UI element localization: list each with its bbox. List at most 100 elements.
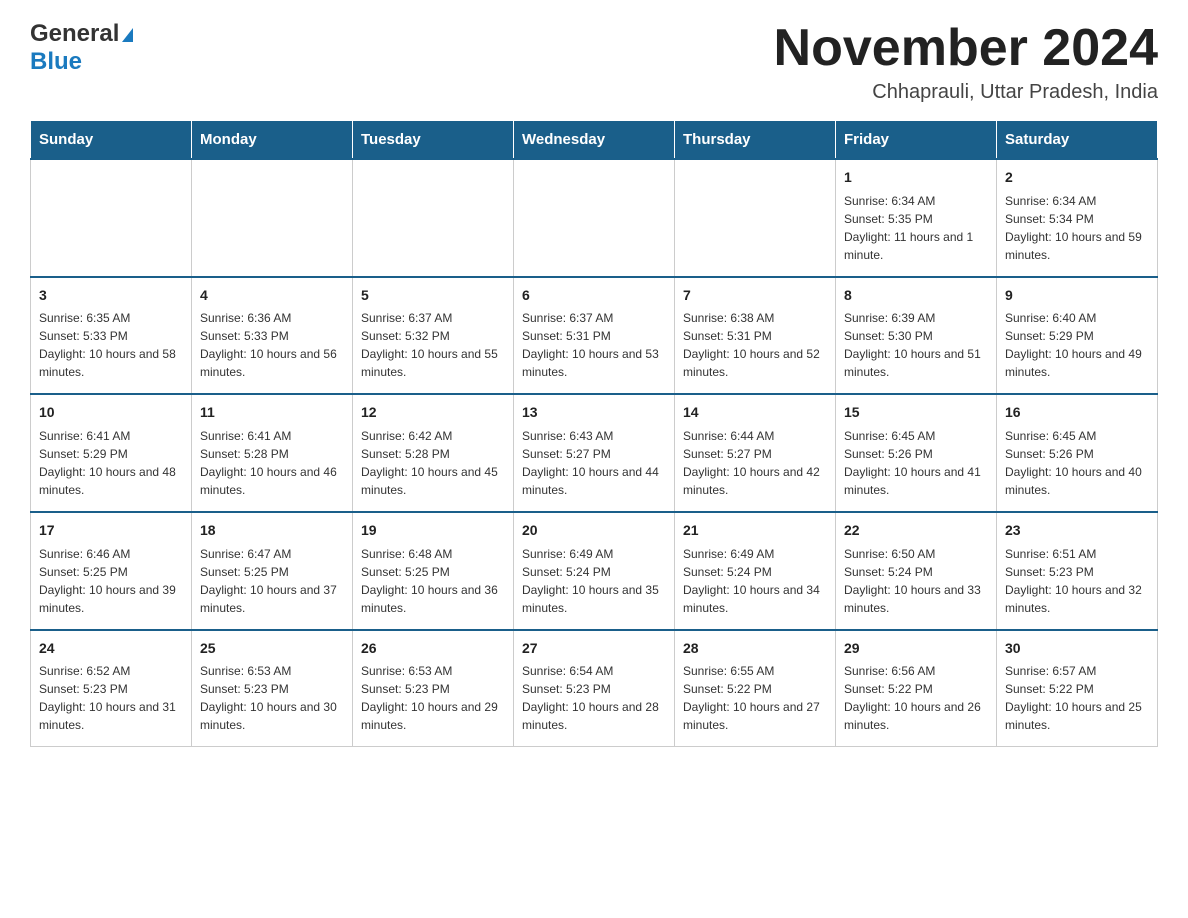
day-info: Sunrise: 6:42 AM Sunset: 5:28 PM Dayligh… — [361, 427, 505, 499]
calendar-cell: 6 Sunrise: 6:37 AM Sunset: 5:31 PM Daylig… — [514, 277, 675, 395]
day-info: Sunrise: 6:48 AM Sunset: 5:25 PM Dayligh… — [361, 545, 505, 617]
day-number: 28 — [683, 639, 827, 659]
day-number: 29 — [844, 639, 988, 659]
week-row-4: 17 Sunrise: 6:46 AM Sunset: 5:25 PM Dayli… — [31, 512, 1158, 630]
calendar-cell — [192, 159, 353, 277]
day-info: Sunrise: 6:38 AM Sunset: 5:31 PM Dayligh… — [683, 309, 827, 381]
week-row-3: 10Sunrise: 6:41 AM Sunset: 5:29 PM Dayli… — [31, 394, 1158, 512]
day-info: Sunrise: 6:50 AM Sunset: 5:24 PM Dayligh… — [844, 545, 988, 617]
day-info: Sunrise: 6:34 AM Sunset: 5:35 PM Dayligh… — [844, 192, 988, 264]
day-number: 2 — [1005, 168, 1149, 188]
calendar-cell: 1Sunrise: 6:34 AM Sunset: 5:35 PM Daylig… — [836, 159, 997, 277]
day-number: 13 — [522, 403, 666, 423]
calendar-cell: 8 Sunrise: 6:39 AM Sunset: 5:30 PM Daylig… — [836, 277, 997, 395]
day-number: 11 — [200, 403, 344, 423]
calendar-cell: 13Sunrise: 6:43 AM Sunset: 5:27 PM Dayli… — [514, 394, 675, 512]
day-info: Sunrise: 6:37 AM Sunset: 5:32 PM Dayligh… — [361, 309, 505, 381]
day-number: 21 — [683, 521, 827, 541]
weekday-header-sunday: Sunday — [31, 121, 192, 160]
day-info: Sunrise: 6:34 AM Sunset: 5:34 PM Dayligh… — [1005, 192, 1149, 264]
day-info: Sunrise: 6:49 AM Sunset: 5:24 PM Dayligh… — [522, 545, 666, 617]
day-info: Sunrise: 6:44 AM Sunset: 5:27 PM Dayligh… — [683, 427, 827, 499]
calendar-cell: 22 Sunrise: 6:50 AM Sunset: 5:24 PM Dayli… — [836, 512, 997, 630]
calendar-cell: 30 Sunrise: 6:57 AM Sunset: 5:22 PM Dayli… — [997, 630, 1158, 747]
day-number: 18 — [200, 521, 344, 541]
calendar-cell: 25 Sunrise: 6:53 AM Sunset: 5:23 PM Dayli… — [192, 630, 353, 747]
day-info: Sunrise: 6:53 AM Sunset: 5:23 PM Dayligh… — [200, 662, 344, 734]
day-info: Sunrise: 6:49 AM Sunset: 5:24 PM Dayligh… — [683, 545, 827, 617]
day-number: 23 — [1005, 521, 1149, 541]
day-info: Sunrise: 6:57 AM Sunset: 5:22 PM Dayligh… — [1005, 662, 1149, 734]
day-number: 9 — [1005, 286, 1149, 306]
weekday-header-tuesday: Tuesday — [353, 121, 514, 160]
day-info: Sunrise: 6:35 AM Sunset: 5:33 PM Dayligh… — [39, 309, 183, 381]
calendar-cell: 2 Sunrise: 6:34 AM Sunset: 5:34 PM Daylig… — [997, 159, 1158, 277]
calendar-cell: 24Sunrise: 6:52 AM Sunset: 5:23 PM Dayli… — [31, 630, 192, 747]
day-info: Sunrise: 6:45 AM Sunset: 5:26 PM Dayligh… — [844, 427, 988, 499]
day-info: Sunrise: 6:55 AM Sunset: 5:22 PM Dayligh… — [683, 662, 827, 734]
calendar-cell: 21 Sunrise: 6:49 AM Sunset: 5:24 PM Dayli… — [675, 512, 836, 630]
day-number: 20 — [522, 521, 666, 541]
day-number: 6 — [522, 286, 666, 306]
month-title: November 2024 — [774, 20, 1158, 77]
calendar-cell — [353, 159, 514, 277]
calendar-cell: 17 Sunrise: 6:46 AM Sunset: 5:25 PM Dayli… — [31, 512, 192, 630]
day-info: Sunrise: 6:46 AM Sunset: 5:25 PM Dayligh… — [39, 545, 183, 617]
day-info: Sunrise: 6:37 AM Sunset: 5:31 PM Dayligh… — [522, 309, 666, 381]
day-number: 7 — [683, 286, 827, 306]
calendar-cell: 10Sunrise: 6:41 AM Sunset: 5:29 PM Dayli… — [31, 394, 192, 512]
day-number: 24 — [39, 639, 183, 659]
calendar-cell — [31, 159, 192, 277]
calendar-cell: 19 Sunrise: 6:48 AM Sunset: 5:25 PM Dayli… — [353, 512, 514, 630]
calendar-cell: 23Sunrise: 6:51 AM Sunset: 5:23 PM Dayli… — [997, 512, 1158, 630]
weekday-header-wednesday: Wednesday — [514, 121, 675, 160]
week-row-5: 24Sunrise: 6:52 AM Sunset: 5:23 PM Dayli… — [31, 630, 1158, 747]
calendar-cell: 12 Sunrise: 6:42 AM Sunset: 5:28 PM Dayli… — [353, 394, 514, 512]
calendar-cell: 16 Sunrise: 6:45 AM Sunset: 5:26 PM Dayli… — [997, 394, 1158, 512]
day-number: 30 — [1005, 639, 1149, 659]
calendar-table: SundayMondayTuesdayWednesdayThursdayFrid… — [30, 120, 1158, 747]
calendar-cell: 14 Sunrise: 6:44 AM Sunset: 5:27 PM Dayli… — [675, 394, 836, 512]
weekday-header-row: SundayMondayTuesdayWednesdayThursdayFrid… — [31, 121, 1158, 160]
day-number: 5 — [361, 286, 505, 306]
calendar-cell: 9 Sunrise: 6:40 AM Sunset: 5:29 PM Daylig… — [997, 277, 1158, 395]
day-info: Sunrise: 6:41 AM Sunset: 5:29 PM Dayligh… — [39, 427, 183, 499]
day-number: 22 — [844, 521, 988, 541]
week-row-2: 3Sunrise: 6:35 AM Sunset: 5:33 PM Daylig… — [31, 277, 1158, 395]
day-info: Sunrise: 6:54 AM Sunset: 5:23 PM Dayligh… — [522, 662, 666, 734]
day-info: Sunrise: 6:41 AM Sunset: 5:28 PM Dayligh… — [200, 427, 344, 499]
day-number: 12 — [361, 403, 505, 423]
calendar-cell: 11 Sunrise: 6:41 AM Sunset: 5:28 PM Dayli… — [192, 394, 353, 512]
day-number: 19 — [361, 521, 505, 541]
day-number: 16 — [1005, 403, 1149, 423]
day-number: 27 — [522, 639, 666, 659]
day-info: Sunrise: 6:56 AM Sunset: 5:22 PM Dayligh… — [844, 662, 988, 734]
logo-general-text: General — [30, 20, 119, 48]
logo: General Blue — [30, 20, 133, 76]
calendar-cell: 20 Sunrise: 6:49 AM Sunset: 5:24 PM Dayli… — [514, 512, 675, 630]
day-number: 8 — [844, 286, 988, 306]
location-subtitle: Chhaprauli, Uttar Pradesh, India — [774, 81, 1158, 104]
calendar-cell: 27 Sunrise: 6:54 AM Sunset: 5:23 PM Dayli… — [514, 630, 675, 747]
weekday-header-saturday: Saturday — [997, 121, 1158, 160]
day-info: Sunrise: 6:39 AM Sunset: 5:30 PM Dayligh… — [844, 309, 988, 381]
day-number: 26 — [361, 639, 505, 659]
weekday-header-monday: Monday — [192, 121, 353, 160]
weekday-header-thursday: Thursday — [675, 121, 836, 160]
title-area: November 2024 Chhaprauli, Uttar Pradesh,… — [774, 20, 1158, 104]
weekday-header-friday: Friday — [836, 121, 997, 160]
calendar-cell: 28 Sunrise: 6:55 AM Sunset: 5:22 PM Dayli… — [675, 630, 836, 747]
day-number: 4 — [200, 286, 344, 306]
calendar-cell — [675, 159, 836, 277]
day-number: 17 — [39, 521, 183, 541]
week-row-1: 1Sunrise: 6:34 AM Sunset: 5:35 PM Daylig… — [31, 159, 1158, 277]
day-info: Sunrise: 6:36 AM Sunset: 5:33 PM Dayligh… — [200, 309, 344, 381]
day-number: 14 — [683, 403, 827, 423]
day-info: Sunrise: 6:40 AM Sunset: 5:29 PM Dayligh… — [1005, 309, 1149, 381]
day-info: Sunrise: 6:45 AM Sunset: 5:26 PM Dayligh… — [1005, 427, 1149, 499]
calendar-cell — [514, 159, 675, 277]
calendar-cell: 5 Sunrise: 6:37 AM Sunset: 5:32 PM Daylig… — [353, 277, 514, 395]
calendar-cell: 3Sunrise: 6:35 AM Sunset: 5:33 PM Daylig… — [31, 277, 192, 395]
day-number: 25 — [200, 639, 344, 659]
calendar-cell: 15Sunrise: 6:45 AM Sunset: 5:26 PM Dayli… — [836, 394, 997, 512]
